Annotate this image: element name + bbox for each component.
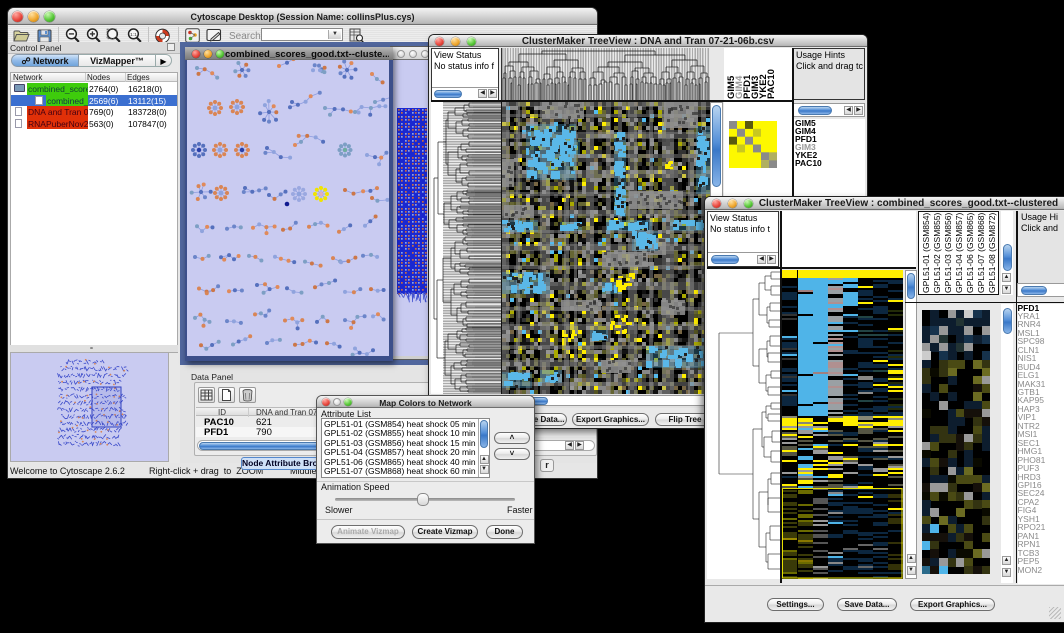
svg-text:1:1: 1:1: [130, 32, 137, 38]
